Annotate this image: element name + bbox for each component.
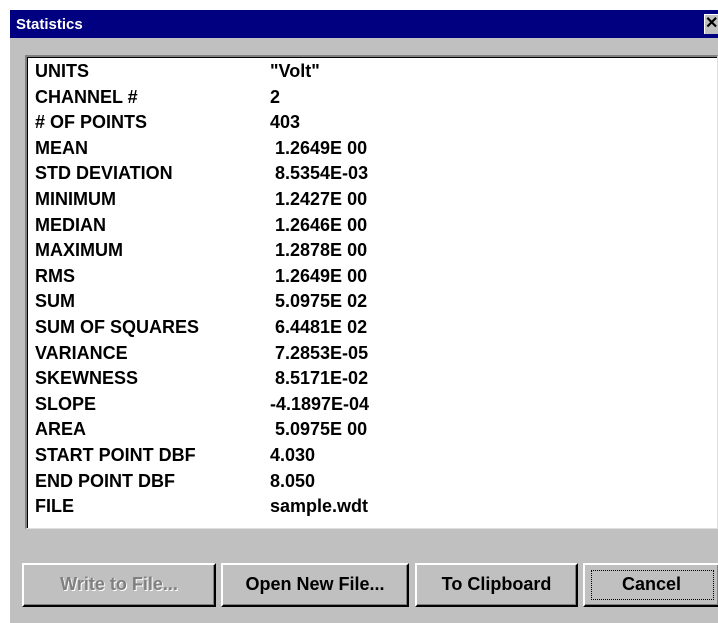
stat-row: END POINT DBF 8.050 (27, 469, 717, 494)
stat-row: FILE sample.wdt (27, 494, 717, 519)
stat-value: 8.050 (270, 470, 316, 491)
stat-value: 403 (270, 112, 301, 133)
stat-value: 1.2649E 00 (270, 265, 368, 286)
stat-value: 1.2649E 00 (270, 137, 368, 158)
stat-value: 2 (270, 86, 281, 107)
stat-row: RMS 1.2649E 00 (27, 264, 717, 289)
stat-label: MEDIAN (35, 214, 106, 235)
stat-label: SKEWNESS (35, 368, 139, 389)
stat-value: 8.5354E-03 (270, 163, 369, 184)
stat-label: SUM (35, 291, 75, 312)
stat-row: SKEWNESS 8.5171E-02 (27, 366, 717, 391)
statistics-dialog: Statistics ✕ UNITS "Volt" CHANNEL # 2 # OF P… (10, 10, 718, 623)
stat-label: STD DEVIATION (35, 163, 173, 184)
close-icon[interactable]: ✕ (704, 14, 718, 34)
stat-value: "Volt" (270, 61, 320, 81)
stat-value: 4.030 (270, 445, 316, 465)
stat-label: RMS (35, 265, 75, 286)
stat-label: FILE (35, 496, 74, 517)
stat-value: 7.2853E-05 (270, 342, 369, 363)
stat-row: MEAN 1.2649E 00 (27, 136, 717, 161)
stat-label: MAXIMUM (35, 240, 123, 261)
write-to-file-button[interactable]: Write to File... (22, 563, 216, 607)
stat-label: VARIANCE (35, 342, 128, 363)
stat-value: 6.4481E 02 (270, 317, 368, 337)
stat-value: 8.5171E-02 (270, 368, 369, 389)
stat-row: SUM 5.0975E 02 (27, 289, 717, 314)
stat-label: SLOPE (35, 393, 97, 414)
stat-row: SUM OF SQUARES 6.4481E 02 (27, 315, 717, 340)
stat-row: MEDIAN 1.2646E 00 (27, 213, 717, 238)
stat-row: VARIANCE 7.2853E-05 (27, 341, 717, 366)
stat-row: UNITS "Volt" (27, 59, 717, 84)
stat-value: sample.wdt (270, 496, 369, 517)
cancel-button[interactable]: Cancel (583, 563, 718, 607)
window-title: Statistics (16, 16, 83, 33)
stat-value: -4.1897E-04 (270, 393, 370, 414)
stat-value: 1.2878E 00 (270, 240, 368, 261)
stat-row: SLOPE -4.1897E-04 (27, 392, 717, 417)
stat-value: 5.0975E 00 (270, 419, 368, 440)
stat-row: START POINT DBF 4.030 (27, 443, 717, 468)
stat-label: UNITS (35, 61, 89, 81)
stat-row: # OF POINTS 403 (27, 110, 717, 135)
stat-value: 1.2427E 00 (270, 189, 368, 209)
stat-value: 5.0975E 02 (270, 291, 368, 312)
stat-row: STD DEVIATION 8.5354E-03 (27, 161, 717, 186)
stat-label: # OF POINTS (35, 112, 148, 133)
stat-row: AREA 5.0975E 00 (27, 417, 717, 442)
stat-label: END POINT DBF (35, 470, 176, 491)
stat-row: MAXIMUM 1.2878E 00 (27, 238, 717, 263)
stat-label: MINIMUM (35, 189, 116, 209)
stat-label: MEAN (35, 137, 88, 158)
open-new-file-button[interactable]: Open New File... (221, 563, 409, 607)
statistics-list[interactable]: UNITS "Volt" CHANNEL # 2 # OF POINTS 403 MEAN … (25, 55, 718, 529)
stat-row: CHANNEL # 2 (27, 85, 717, 110)
to-clipboard-button[interactable]: To Clipboard (415, 563, 578, 607)
stat-row: MINIMUM 1.2427E 00 (27, 187, 717, 212)
title-bar[interactable]: Statistics ✕ (10, 10, 718, 38)
stat-label: START POINT DBF (35, 445, 196, 465)
stat-value: 1.2646E 00 (270, 214, 368, 235)
cancel-button-label: Cancel (621, 574, 682, 594)
stat-label: SUM OF SQUARES (35, 317, 200, 337)
stat-label: CHANNEL # (35, 86, 138, 107)
stat-label: AREA (35, 419, 87, 440)
